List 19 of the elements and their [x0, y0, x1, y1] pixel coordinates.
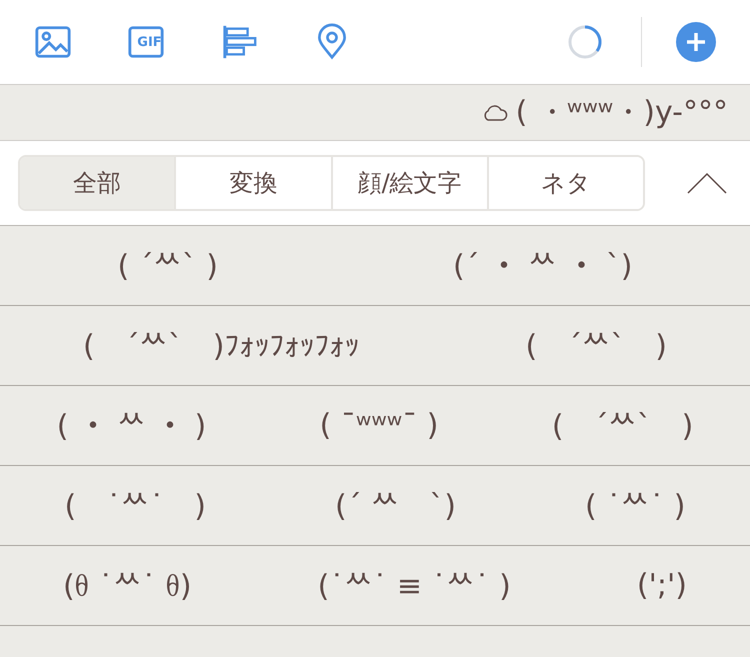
cloud-icon	[482, 104, 508, 122]
category-tab[interactable]: 全部	[20, 157, 174, 209]
kaomoji-item[interactable]: (˙ᄊ˙ ≡ ˙ᄊ˙ )	[318, 567, 511, 604]
add-icon[interactable]	[676, 22, 716, 62]
category-tab[interactable]: ネタ	[486, 157, 643, 209]
kaomoji-item[interactable]: (ᦲ ˙ᄊ˙ ᦲ)	[63, 566, 192, 604]
kaomoji-item[interactable]: ( ´ᄊ` )	[117, 247, 218, 284]
kaomoji-item[interactable]: ( ´ᄊ` )ﾌｫｯﾌｫｯﾌｫｯ	[83, 327, 360, 364]
suggestion-text[interactable]: ( ・ʷʷʷ・)y-°°°	[516, 92, 728, 133]
kaomoji-item[interactable]: ( ˙ᄊ˙ )	[584, 487, 686, 524]
kaomoji-item[interactable]: (´ ・ ᄊ ・ `)	[452, 247, 632, 284]
caret-up-icon[interactable]	[687, 172, 727, 194]
kaomoji-item[interactable]: ( ˙ᄊ˙ )	[64, 487, 206, 524]
kaomoji-item[interactable]: (';')	[636, 568, 687, 603]
kaomoji-item[interactable]: ( ´ᄊ` )	[552, 407, 694, 444]
kaomoji-item[interactable]: ( ´ᄊ` )	[526, 327, 667, 364]
kaomoji-item[interactable]: ( ¯ʷʷʷ¯ )	[320, 408, 438, 443]
kaomoji-item[interactable]: (´ ᄊ `)	[334, 487, 456, 524]
kaomoji-item[interactable]: ( ・ ᄊ ・ )	[56, 407, 206, 444]
